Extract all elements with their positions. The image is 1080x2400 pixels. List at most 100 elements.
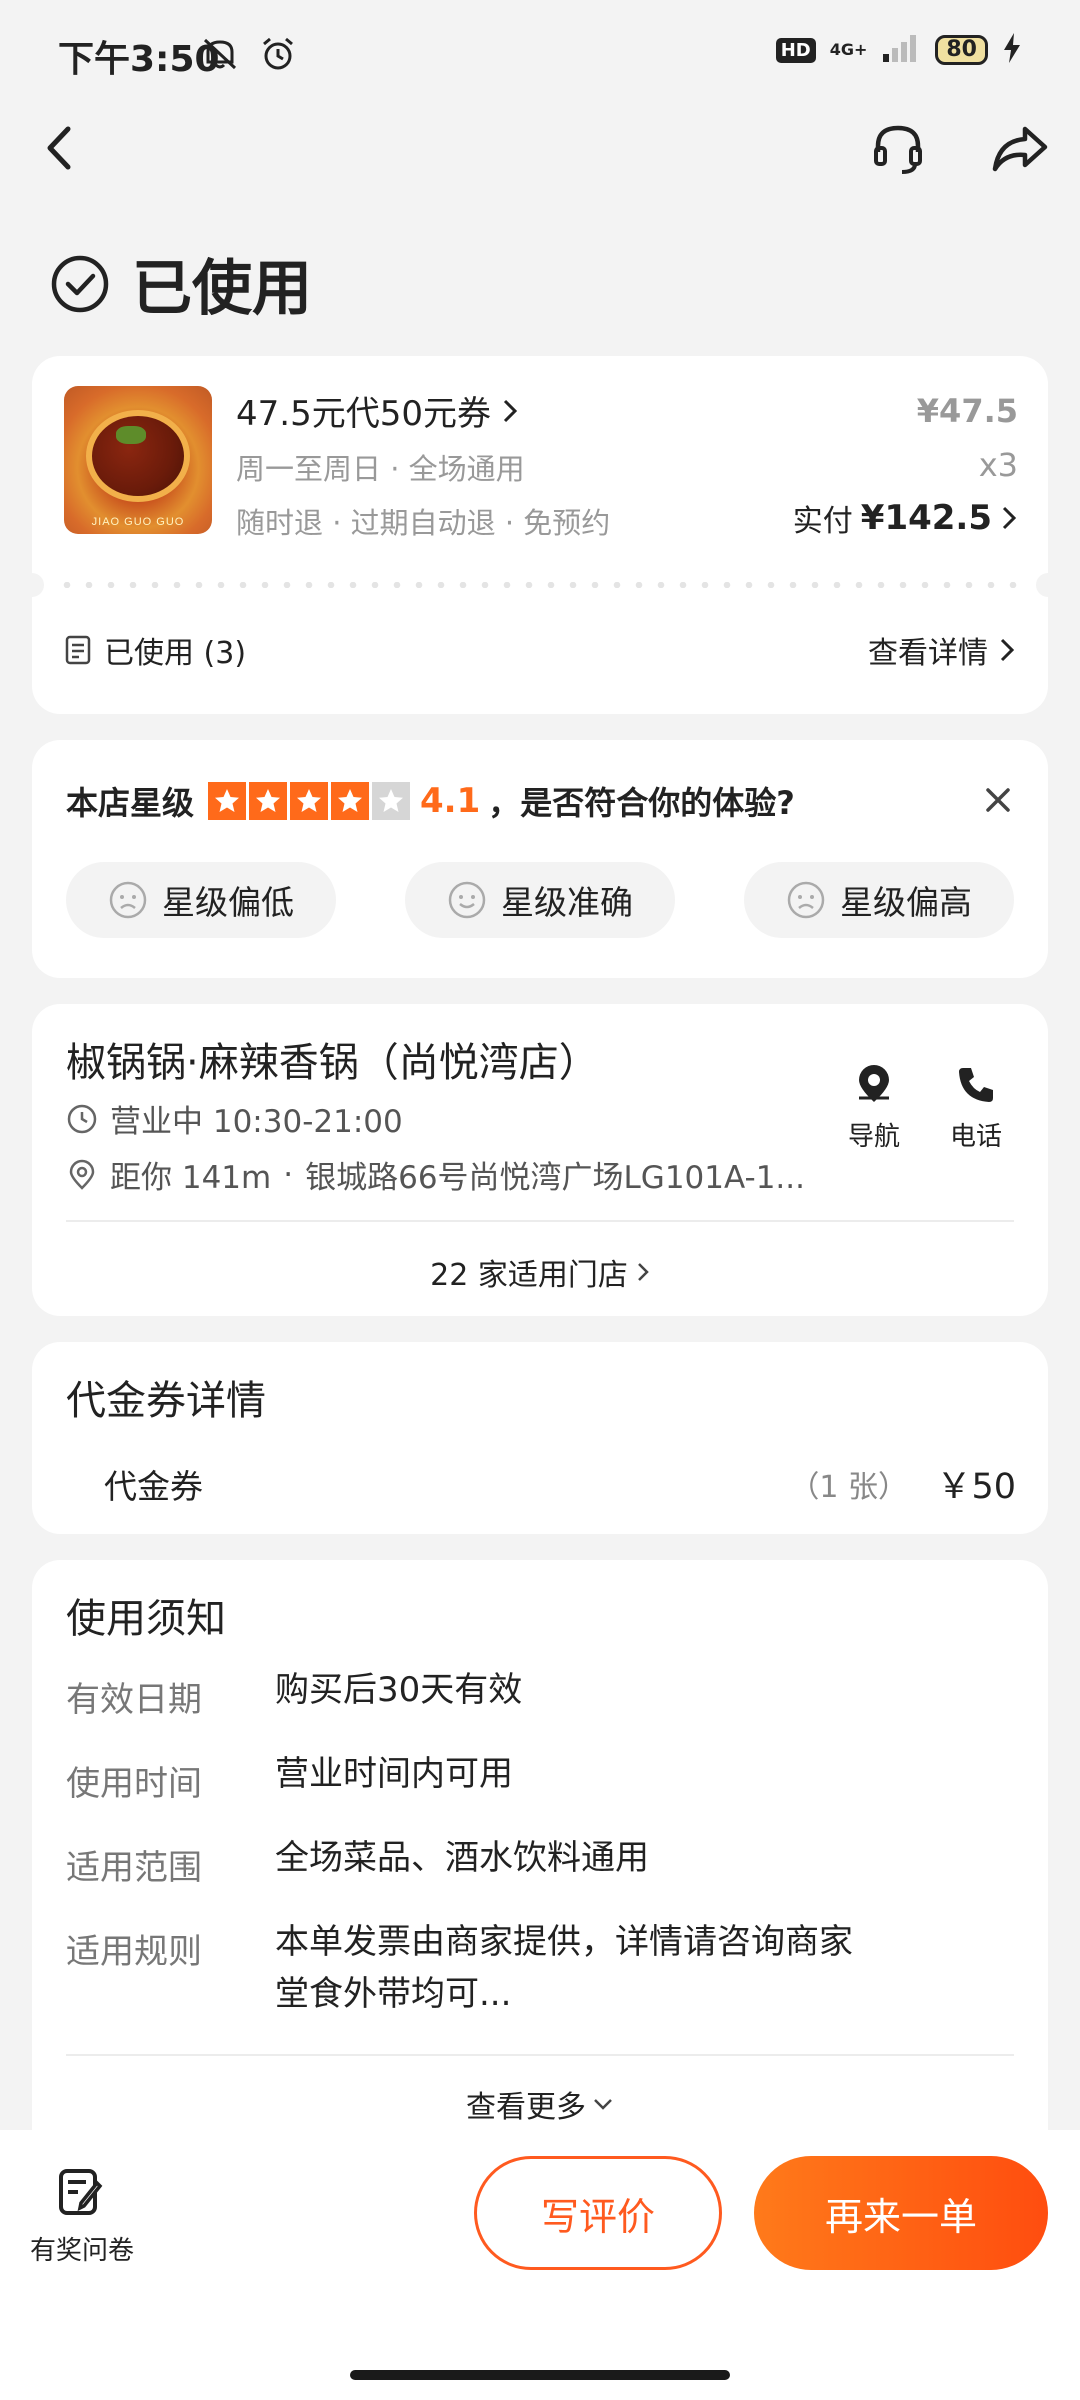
notice-label: 有效日期 — [66, 1680, 202, 1720]
notice-value: 购买后30天有效 — [275, 1670, 523, 1710]
call-label: 电话 — [949, 1122, 1002, 1152]
page-title: 已使用 — [50, 240, 312, 327]
view-details-link[interactable]: 查看详情 — [868, 628, 1016, 672]
star-filled-icon — [331, 782, 370, 820]
notice-label: 适用范围 — [66, 1848, 202, 1888]
navigate-label: 导航 — [847, 1122, 900, 1152]
survey-button[interactable]: 有奖问卷 — [30, 2166, 134, 2267]
survey-label: 有奖问卷 — [30, 2236, 135, 2266]
paid-amount: ¥142.5 — [860, 498, 992, 538]
store-hours: 营业中 10:30-21:00 — [66, 1096, 403, 1141]
paid-amount-link[interactable]: 实付 ¥142.5 — [793, 496, 1018, 540]
deal-price: ¥47.5 — [916, 392, 1018, 430]
document-icon — [65, 635, 91, 665]
mute-icon — [200, 34, 240, 78]
notice-label: 使用时间 — [66, 1764, 202, 1804]
star-filled-icon — [208, 782, 247, 820]
home-indicator[interactable] — [350, 2370, 730, 2380]
store-hours-text: 营业中 10:30-21:00 — [110, 1104, 403, 1140]
applicable-stores-link[interactable]: 22 家适用门店 — [32, 1250, 1048, 1294]
chevron-right-icon — [637, 1263, 649, 1281]
rating-question: ，是否符合你的体验? — [488, 784, 795, 822]
dashed-divider — [56, 582, 1024, 588]
see-more-label: 查看更多 — [466, 2090, 586, 2125]
share-icon — [992, 126, 1048, 172]
status-time: 下午3:50 — [58, 39, 220, 80]
see-more-link[interactable]: 查看更多 — [32, 2082, 1048, 2126]
sad-face-icon — [109, 881, 147, 919]
voucher-section-title: 代金券详情 — [66, 1378, 266, 1424]
rating-option-high[interactable]: 星级偏高 — [744, 862, 1014, 938]
network-label: 4G+ — [829, 40, 868, 59]
deal-card: JIAO GUO GUO 47.5元代50元券 周一至周日 · 全场通用 随时退… — [20, 356, 1060, 714]
store-location: 距你 141m · 银城路66号尚悦湾广场LG101A-1... — [66, 1152, 805, 1197]
chevron-right-icon — [1002, 506, 1017, 530]
alarm-icon — [258, 34, 298, 78]
page-title-text: 已使用 — [132, 254, 312, 324]
rating-option-label: 星级准确 — [501, 883, 633, 922]
navigation-icon — [859, 1065, 889, 1102]
headset-icon — [874, 125, 922, 174]
write-review-button[interactable]: 写评价 — [474, 2156, 722, 2270]
star-filled-icon — [290, 782, 329, 820]
deal-image-brand: JIAO GUO GUO — [91, 516, 185, 528]
applicable-stores-label: 22 家适用门店 — [430, 1258, 628, 1293]
navigate-button[interactable]: 导航 — [834, 1064, 914, 1153]
close-rating-button[interactable] — [978, 780, 1018, 820]
notice-label: 适用规则 — [66, 1932, 202, 1972]
voucher-card: 代金券详情 代金券 （1 张） ￥50 — [32, 1342, 1048, 1534]
chevron-down-icon — [594, 2099, 612, 2110]
used-count: 已使用 (3) — [64, 628, 246, 672]
used-count-label: 已使用 (3) — [104, 636, 247, 671]
store-card: 椒锅锅·麻辣香锅（尚悦湾店） 营业中 10:30-21:00 距你 141m ·… — [32, 1004, 1048, 1316]
rating-card: 本店星级 4.1 ，是否符合你的体验? 星级偏低 星级准确 星级偏高 — [32, 740, 1048, 978]
voucher-count: （1 张） — [789, 1470, 908, 1505]
store-rating: 本店星级 4.1 ，是否符合你的体验? — [66, 778, 795, 824]
notice-value-line2: 堂食外带均可... — [275, 1974, 512, 2014]
check-circle-icon — [51, 255, 109, 312]
bottom-action-bar: 有奖问卷 写评价 再来一单 — [0, 2130, 1080, 2400]
rating-option-accurate[interactable]: 星级准确 — [405, 862, 675, 938]
voucher-name: 代金券 — [104, 1467, 203, 1506]
notice-value: 本单发票由商家提供，详情请咨询商家 — [275, 1922, 853, 1962]
deal-sub2: 随时退 · 过期自动退 · 免预约 — [236, 506, 611, 540]
chevron-right-icon — [503, 399, 518, 422]
smile-face-icon — [448, 881, 486, 919]
close-icon — [986, 788, 1010, 812]
usage-notice-card: 使用须知 有效日期 购买后30天有效 使用时间 营业时间内可用 适用范围 全场菜… — [32, 1560, 1048, 2180]
star-filled-icon — [249, 782, 288, 820]
deal-image[interactable]: JIAO GUO GUO — [64, 386, 212, 534]
back-button[interactable] — [30, 118, 90, 178]
star-empty-icon — [372, 782, 411, 820]
notice-section-title: 使用须知 — [66, 1596, 226, 1642]
store-distance: 距你 141m — [110, 1160, 272, 1196]
store-address: 银城路66号尚悦湾广场LG101A-1... — [305, 1160, 805, 1196]
deal-qty: x3 — [978, 446, 1018, 484]
voucher-price: ￥50 — [936, 1467, 1016, 1507]
store-name[interactable]: 椒锅锅·麻辣香锅（尚悦湾店） — [66, 1030, 599, 1088]
hd-badge: HD — [775, 37, 816, 63]
rating-label: 本店星级 — [66, 784, 195, 822]
reorder-button[interactable]: 再来一单 — [754, 2156, 1048, 2270]
back-arrow-icon — [47, 126, 71, 170]
rating-option-low[interactable]: 星级偏低 — [66, 862, 336, 938]
sad-face-icon — [787, 881, 825, 919]
notice-value: 全场菜品、酒水饮料通用 — [275, 1838, 649, 1878]
charging-icon — [1002, 33, 1022, 67]
battery-indicator: 80 — [935, 35, 988, 65]
survey-icon — [59, 2169, 103, 2215]
phone-icon — [959, 1068, 993, 1102]
clock-icon — [67, 1104, 97, 1133]
call-button[interactable]: 电话 — [936, 1064, 1016, 1153]
share-button[interactable] — [990, 118, 1050, 178]
notice-value: 营业时间内可用 — [275, 1754, 513, 1794]
rating-stars — [208, 782, 411, 820]
deal-title-link[interactable]: 47.5元代50元券 — [236, 386, 519, 435]
rating-option-label: 星级偏低 — [162, 883, 294, 922]
paid-label: 实付 — [792, 504, 853, 539]
view-details-label: 查看详情 — [868, 636, 988, 671]
deal-title: 47.5元代50元券 — [236, 394, 491, 434]
customer-service-button[interactable] — [868, 118, 928, 178]
signal-icon — [881, 32, 921, 68]
rating-value: 4.1 — [420, 781, 481, 821]
